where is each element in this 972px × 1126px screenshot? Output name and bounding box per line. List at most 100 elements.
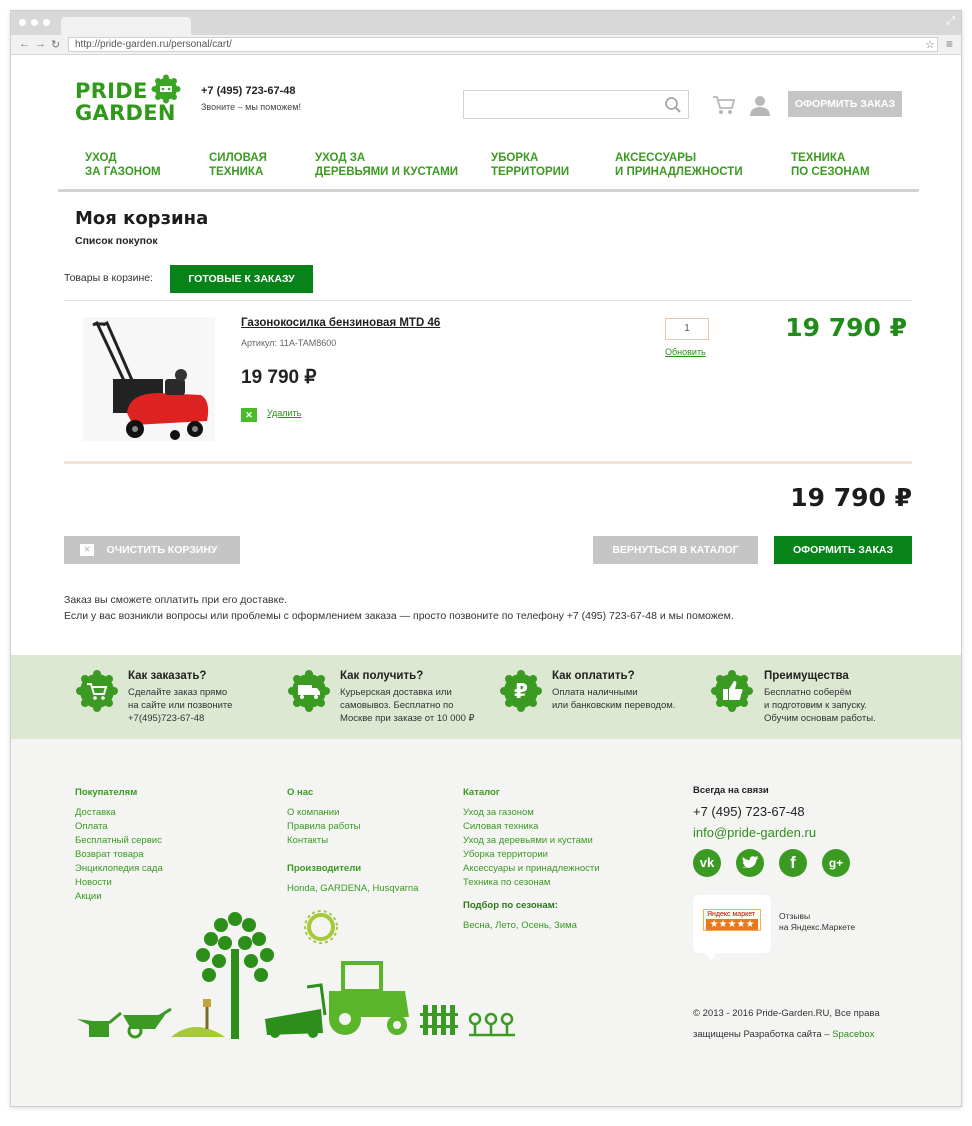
footer-link[interactable]: Уход за деревьями и кустами xyxy=(463,834,600,848)
user-icon[interactable] xyxy=(748,93,772,117)
facebook-icon[interactable]: f xyxy=(779,849,807,877)
item-sum: 19 790 ₽ xyxy=(785,313,907,342)
quantity-input[interactable]: 1 xyxy=(665,318,709,340)
reload-icon[interactable]: ↻ xyxy=(51,38,60,51)
header-divider xyxy=(58,189,919,192)
bookmark-star-icon[interactable]: ☆ xyxy=(925,38,935,51)
rating-stars: ★★★★★ xyxy=(706,919,758,930)
nav-item-seasonal[interactable]: Техника по сезонам xyxy=(791,151,870,179)
footer-link[interactable]: Бесплатный сервис xyxy=(75,834,163,848)
product-image[interactable] xyxy=(83,317,215,441)
nav-item-accessories[interactable]: Аксессуары и принадлежности xyxy=(615,151,743,179)
info-title-delivery: Как получить? xyxy=(340,670,424,682)
footer-heading-makers: Производители xyxy=(287,863,362,874)
page: PRIDE GARDEN +7 (495) 723-67-48 Звоните … xyxy=(11,55,961,1106)
nav-item-label: территории xyxy=(491,166,570,178)
forward-arrow-icon[interactable]: → xyxy=(35,38,46,50)
update-link[interactable]: Обновить xyxy=(665,347,706,357)
info-title-payment: Как оплатить? xyxy=(552,670,635,682)
garden-illustration xyxy=(77,910,515,1039)
info-line: и подготовим к запуску. xyxy=(764,700,867,711)
info-line: самовывоз. Бесплатно по xyxy=(340,700,454,711)
footer-link[interactable]: О компании xyxy=(287,806,360,820)
nav-item-label: Уборка xyxy=(491,152,539,164)
footer-link[interactable]: Силовая техника xyxy=(463,820,600,834)
back-to-catalog-button[interactable]: Вернуться в каталог xyxy=(593,536,758,564)
info-text-order: Сделайте заказ прямо на сайте или позвони… xyxy=(128,686,232,725)
window-dot[interactable] xyxy=(43,19,50,26)
footer-link[interactable]: Новости xyxy=(75,876,163,890)
info-text-advantages: Бесплатно соберём и подготовим к запуску.… xyxy=(764,686,876,725)
footer-link[interactable]: Правила работы xyxy=(287,820,360,834)
developer-link[interactable]: Spacebox xyxy=(832,1029,874,1040)
footer-link[interactable]: Энциклопедия сада xyxy=(75,862,163,876)
help-note: Если у вас возникли вопросы или проблемы… xyxy=(64,610,734,622)
footer-list-about: О компании Правила работы Контакты xyxy=(287,806,360,848)
site-logo[interactable]: PRIDE GARDEN xyxy=(75,74,185,126)
search-icon[interactable] xyxy=(664,96,682,114)
twitter-icon[interactable] xyxy=(736,849,764,877)
search-input[interactable] xyxy=(463,90,689,119)
footer-link[interactable]: Уборка территории xyxy=(463,848,600,862)
yandex-market-badge: Яндекс маркет ★★★★★ xyxy=(703,909,761,931)
footer-heading-about: О нас xyxy=(287,787,314,798)
logo-badge-icon xyxy=(151,74,181,104)
footer-phone[interactable]: +7 (495) 723-67-48 xyxy=(693,804,805,819)
product-price: 19 790 ₽ xyxy=(241,367,317,388)
nav-item-trees-shrubs[interactable]: Уход за деревьями и кустами xyxy=(315,151,458,179)
cart-icon xyxy=(76,670,118,712)
footer-link[interactable]: Возврат товара xyxy=(75,848,163,862)
payment-note: Заказ вы сможете оплатить при его достав… xyxy=(64,594,288,606)
address-bar[interactable]: http://pride-garden.ru/personal/cart/ xyxy=(68,37,938,52)
delete-link[interactable]: Удалить xyxy=(267,408,301,418)
header-phone[interactable]: +7 (495) 723-67-48 xyxy=(201,85,295,97)
window-dot[interactable] xyxy=(31,19,38,26)
footer-link[interactable]: Оплата xyxy=(75,820,163,834)
nav-item-cleaning[interactable]: Уборка территории xyxy=(491,151,569,179)
nav-item-power-tools[interactable]: Силовая техника xyxy=(209,151,267,179)
vk-icon[interactable]: vk xyxy=(693,849,721,877)
truck-icon xyxy=(288,670,330,712)
back-arrow-icon[interactable]: ← xyxy=(19,38,30,50)
footer-link[interactable]: Техника по сезонам xyxy=(463,876,600,890)
product-name-link[interactable]: Газонокосилка бензиновая MTD 46 xyxy=(241,317,440,329)
info-text-payment: Оплата наличными или банковским переводом… xyxy=(552,686,675,712)
yandex-bubble-tail xyxy=(703,949,719,961)
tab-ready-to-order[interactable]: Готовые к заказу xyxy=(170,265,313,293)
thumbs-up-icon xyxy=(711,670,753,712)
browser-tab[interactable] xyxy=(61,17,191,35)
footer-list-catalog: Уход за газоном Силовая техника Уход за … xyxy=(463,806,600,890)
checkout-button[interactable]: Оформить заказ xyxy=(774,536,912,564)
cart-total-divider xyxy=(64,461,912,464)
footer-link[interactable]: Контакты xyxy=(287,834,360,848)
clear-cart-label: Очистить корзину xyxy=(106,544,218,556)
footer-link[interactable]: Аксессуары и принадлежности xyxy=(463,862,600,876)
nav-item-lawn-care[interactable]: Уход за газоном xyxy=(85,151,161,179)
nav-item-label: техника xyxy=(209,166,264,178)
nav-item-label: за газоном xyxy=(85,166,161,178)
info-line: Сделайте заказ прямо xyxy=(128,687,228,698)
category-nav: Уход за газоном Силовая техника Уход за дер… xyxy=(85,151,905,181)
header-order-button[interactable]: Оформить заказ xyxy=(788,91,902,117)
footer-link[interactable]: Акции xyxy=(75,890,163,904)
browser-menu-icon[interactable]: ≡ xyxy=(946,37,953,51)
footer-link[interactable]: Уход за газоном xyxy=(463,806,600,820)
expand-icon[interactable]: ⤢ xyxy=(946,15,955,28)
nav-item-label: Силовая xyxy=(209,152,267,164)
cart-icon[interactable] xyxy=(712,93,736,117)
yandex-reviews-line: Отзывы xyxy=(779,911,811,921)
window-dot[interactable] xyxy=(19,19,26,26)
footer-email[interactable]: info@pride-garden.ru xyxy=(693,825,816,840)
clear-cart-button[interactable]: ✕ Очистить корзину xyxy=(64,536,240,564)
info-text-delivery: Курьерская доставка или самовывоз. Беспла… xyxy=(340,686,475,725)
delete-icon[interactable]: ✕ xyxy=(241,408,257,422)
footer-link[interactable]: Honda, GARDENA, Husqvarna xyxy=(287,882,418,896)
header-phone-caption: Звоните – мы поможем! xyxy=(201,102,301,112)
footer-link[interactable]: Доставка xyxy=(75,806,163,820)
google-plus-icon[interactable]: g+ xyxy=(822,849,850,877)
yandex-reviews-text[interactable]: Отзывы на Яндекс.Маркете xyxy=(779,911,855,933)
page-title: Моя корзина xyxy=(75,208,209,229)
footer-heading-catalog: Каталог xyxy=(463,787,500,798)
nav-item-label: по сезонам xyxy=(791,166,870,178)
footer-heading-buyers: Покупателям xyxy=(75,787,138,798)
